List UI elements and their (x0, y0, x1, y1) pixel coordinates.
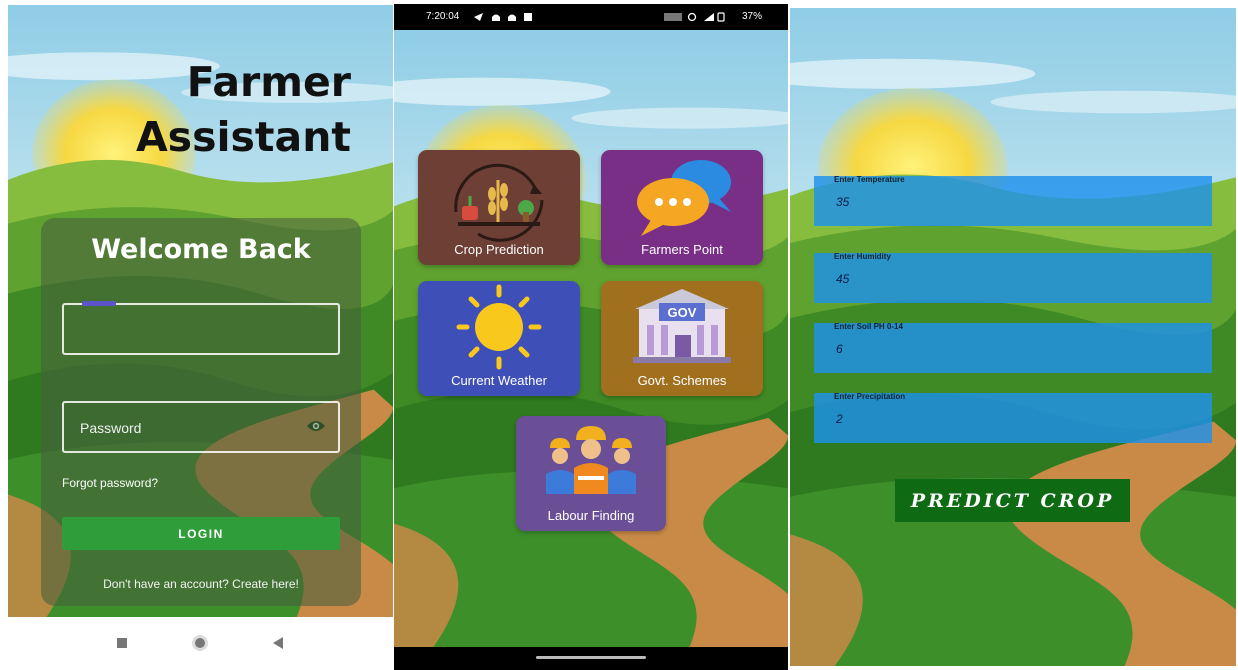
soil-ph-field[interactable]: Enter Soil PH 0-14 6 (814, 322, 1212, 373)
soil-ph-label: Enter Soil PH 0-14 (834, 322, 903, 331)
tile-labour-finding[interactable]: Labour Finding (516, 416, 666, 531)
app-title: Farmer Assistant (136, 55, 351, 165)
gov-badge: GOV (668, 305, 697, 320)
temperature-field[interactable]: Enter Temperature 35 (814, 175, 1212, 226)
tile-crop-prediction[interactable]: Crop Prediction (418, 150, 580, 265)
notification-icons (474, 13, 532, 21)
android-nav-bar (8, 617, 393, 670)
humidity-label: Enter Humidity (834, 252, 891, 261)
eye-icon[interactable] (306, 419, 326, 433)
temperature-value[interactable]: 35 (836, 195, 849, 209)
predict-screen: Enter Temperature 35 Enter Humidity 45 E… (790, 8, 1236, 666)
tile-farmers-point[interactable]: Farmers Point (601, 150, 763, 265)
dashboard-body: Crop Prediction Farmers Point Current We… (394, 30, 788, 647)
tile-label: Govt. Schemes (637, 373, 727, 388)
tile-label: Farmers Point (641, 242, 723, 257)
back-icon[interactable] (267, 632, 289, 654)
app-title-line1: Farmer (186, 58, 351, 106)
create-account-link[interactable]: Don't have an account? Create here! (41, 577, 361, 591)
precipitation-field[interactable]: Enter Precipitation 2 (814, 392, 1212, 443)
login-card: Welcome Back Forgot password? LOGIN Don'… (41, 218, 361, 606)
temperature-label: Enter Temperature (834, 175, 905, 184)
username-input[interactable] (78, 305, 292, 355)
tile-label: Labour Finding (547, 508, 635, 523)
recent-apps-icon[interactable] (111, 632, 133, 654)
login-screen: Farmer Assistant Welcome Back Forgot pas… (8, 5, 393, 617)
tile-label: Crop Prediction (454, 242, 544, 257)
predict-crop-button[interactable]: PREDICT CROP (895, 479, 1130, 522)
tile-govt-schemes[interactable]: GOV Govt. Schemes (601, 281, 763, 396)
gesture-bar (394, 647, 788, 670)
tile-current-weather[interactable]: Current Weather (418, 281, 580, 396)
password-input[interactable] (78, 403, 292, 453)
home-icon[interactable] (189, 632, 211, 654)
username-field[interactable] (62, 301, 340, 355)
dashboard-screen: 7:20:04 37% Crop Prediction Farmers Poin… (394, 4, 788, 670)
precipitation-label: Enter Precipitation (834, 392, 906, 401)
welcome-heading: Welcome Back (91, 234, 311, 265)
forgot-password-link[interactable]: Forgot password? (62, 476, 158, 490)
login-button[interactable]: LOGIN (62, 517, 340, 550)
battery-percent: 37% (741, 11, 762, 22)
password-field[interactable] (62, 401, 340, 453)
humidity-value[interactable]: 45 (836, 272, 849, 286)
soil-ph-value[interactable]: 6 (836, 342, 843, 356)
precipitation-value[interactable]: 2 (836, 412, 843, 426)
tile-label: Current Weather (451, 373, 547, 388)
status-time: 7:20:04 (426, 11, 460, 22)
humidity-field[interactable]: Enter Humidity 45 (814, 252, 1212, 303)
signal-icons (664, 12, 725, 22)
status-bar: 7:20:04 37% (394, 4, 788, 30)
app-title-line2: Assistant (135, 113, 351, 161)
home-indicator[interactable] (536, 656, 646, 659)
